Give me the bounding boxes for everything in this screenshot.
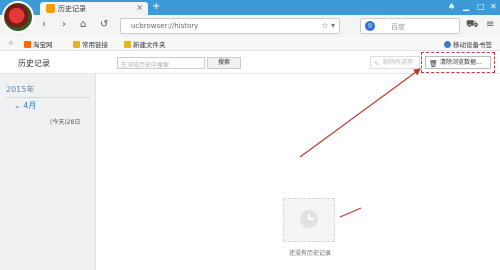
history-search-button[interactable]: 搜索 xyxy=(207,57,241,69)
bookmark-bar: ☆ 淘宝网 常用链接 新建文件夹 移动设备书签 xyxy=(0,37,500,51)
address-text: ucbrowser://history xyxy=(131,22,199,30)
cart-icon[interactable]: ⛟ xyxy=(466,19,479,32)
bookmark-item[interactable]: 淘宝网 xyxy=(24,39,53,49)
address-bar[interactable]: ucbrowser://history ☆ ▾ xyxy=(120,18,340,34)
undo-icon[interactable]: ↺ xyxy=(100,19,108,30)
minimize-icon[interactable]: ▁ xyxy=(463,2,469,11)
arrow-to-clear-button xyxy=(299,68,421,158)
maximize-icon[interactable]: □ xyxy=(477,2,485,11)
edit-icon: ✎ xyxy=(374,60,380,68)
forward-icon[interactable]: › xyxy=(62,19,66,30)
mobile-bookmarks[interactable]: 移动设备书签 xyxy=(444,39,492,49)
back-icon[interactable]: ‹ xyxy=(42,19,46,30)
navigation-bar: ‹ › ⌂ ↺ ucbrowser://history ☆ ▾ ◎ 百度 ⛟ ≡ xyxy=(0,15,500,37)
search-engine-icon[interactable]: ◎ xyxy=(365,21,375,31)
year-label[interactable]: 2015年 xyxy=(6,84,34,95)
month-label[interactable]: ⌄ 4月 xyxy=(14,100,36,111)
bookmark-item[interactable]: 新建文件夹 xyxy=(124,39,166,49)
chevron-down-icon: ⌄ xyxy=(14,101,24,110)
tab-title: 历史记录 xyxy=(58,5,86,13)
title-bar: 历史记录 × + ♠ ▁ □ ✕ xyxy=(0,0,500,15)
tab-close-icon[interactable]: × xyxy=(136,3,143,12)
empty-message: 还没有历史记录 xyxy=(289,250,332,257)
day-label[interactable]: (今天)28日 xyxy=(50,117,80,126)
close-window-icon[interactable]: ✕ xyxy=(490,2,497,11)
clock-icon xyxy=(300,210,318,228)
cloud-icon xyxy=(444,41,451,48)
search-engine-name: 百度 xyxy=(391,23,405,31)
bookmark-item[interactable]: 常用链接 xyxy=(73,39,108,49)
highlight-box xyxy=(421,52,495,73)
delete-selected-button[interactable]: ✎ 删除所选项 xyxy=(370,56,420,69)
uc-logo-icon xyxy=(46,4,55,13)
empty-history-illustration xyxy=(283,198,335,242)
folder-icon xyxy=(73,41,80,48)
tab-history[interactable]: 历史记录 × xyxy=(40,2,148,15)
taobao-icon xyxy=(24,41,31,48)
favorite-star-icon[interactable]: ☆ ▾ xyxy=(321,21,335,30)
menu-lines-icon[interactable]: ≡ xyxy=(486,19,494,30)
star-icon[interactable]: ☆ xyxy=(8,39,14,47)
date-sidebar: 2015年 ⌄ 4月 (今天)28日 xyxy=(0,74,96,270)
home-icon[interactable]: ⌂ xyxy=(80,19,86,30)
search-bar[interactable]: ◎ 百度 xyxy=(360,18,460,34)
avatar[interactable] xyxy=(2,1,34,33)
new-tab-button[interactable]: + xyxy=(152,1,160,12)
history-search-input[interactable]: 在浏览历史中搜索 xyxy=(117,57,205,69)
divider xyxy=(6,97,90,98)
arrow-to-empty-state xyxy=(339,207,362,218)
menu-icon[interactable]: ♠ xyxy=(448,2,455,11)
folder-icon xyxy=(124,41,131,48)
page-title: 历史记录 xyxy=(18,59,50,68)
